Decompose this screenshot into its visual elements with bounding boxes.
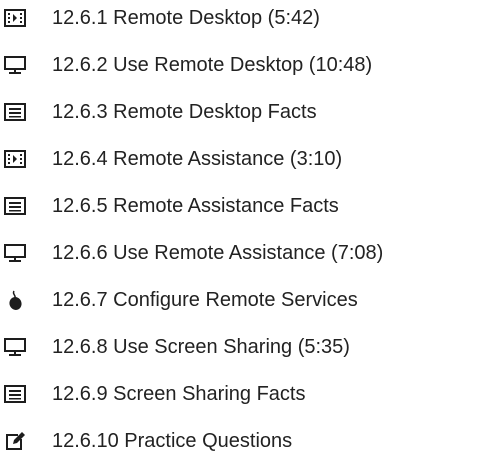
- monitor-icon: [2, 52, 28, 78]
- list-item-12-6-9[interactable]: 12.6.9 Screen Sharing Facts: [0, 379, 305, 409]
- list-item-12-6-5[interactable]: 12.6.5 Remote Assistance Facts: [0, 191, 339, 221]
- list-item-12-6-8[interactable]: 12.6.8 Use Screen Sharing (5:35): [0, 332, 350, 362]
- monitor-icon: [2, 240, 28, 266]
- list-item-label: 12.6.4 Remote Assistance (3:10): [52, 148, 343, 170]
- monitor-icon: [2, 334, 28, 360]
- section-item-list: 12.6.1 Remote Desktop (5:42) 12.6.2 Use …: [0, 0, 494, 474]
- list-item-label: 12.6.1 Remote Desktop (5:42): [52, 7, 320, 29]
- list-item-label: 12.6.3 Remote Desktop Facts: [52, 101, 317, 123]
- list-item-label: 12.6.8 Use Screen Sharing (5:35): [52, 336, 350, 358]
- list-item-12-6-3[interactable]: 12.6.3 Remote Desktop Facts: [0, 97, 317, 127]
- list-item-12-6-7[interactable]: 12.6.7 Configure Remote Services: [0, 285, 358, 315]
- list-item-label: 12.6.2 Use Remote Desktop (10:48): [52, 54, 373, 76]
- list-item-12-6-6[interactable]: 12.6.6 Use Remote Assistance (7:08): [0, 238, 383, 268]
- document-icon: [2, 193, 28, 219]
- document-icon: [2, 99, 28, 125]
- list-item-label: 12.6.7 Configure Remote Services: [52, 289, 358, 311]
- list-item-12-6-10[interactable]: 12.6.10 Practice Questions: [0, 426, 292, 456]
- practice-edit-icon: [2, 428, 28, 454]
- video-icon: [2, 5, 28, 31]
- list-item-label: 12.6.9 Screen Sharing Facts: [52, 383, 306, 405]
- list-item-label: 12.6.6 Use Remote Assistance (7:08): [52, 242, 384, 264]
- list-item-12-6-1[interactable]: 12.6.1 Remote Desktop (5:42): [0, 3, 320, 33]
- list-item-12-6-4[interactable]: 12.6.4 Remote Assistance (3:10): [0, 144, 342, 174]
- video-icon: [2, 146, 28, 172]
- list-item-label: 12.6.5 Remote Assistance Facts: [52, 195, 339, 217]
- list-item-12-6-2[interactable]: 12.6.2 Use Remote Desktop (10:48): [0, 50, 372, 80]
- document-icon: [2, 381, 28, 407]
- mouse-icon: [2, 287, 28, 313]
- list-item-label: 12.6.10 Practice Questions: [52, 430, 293, 452]
